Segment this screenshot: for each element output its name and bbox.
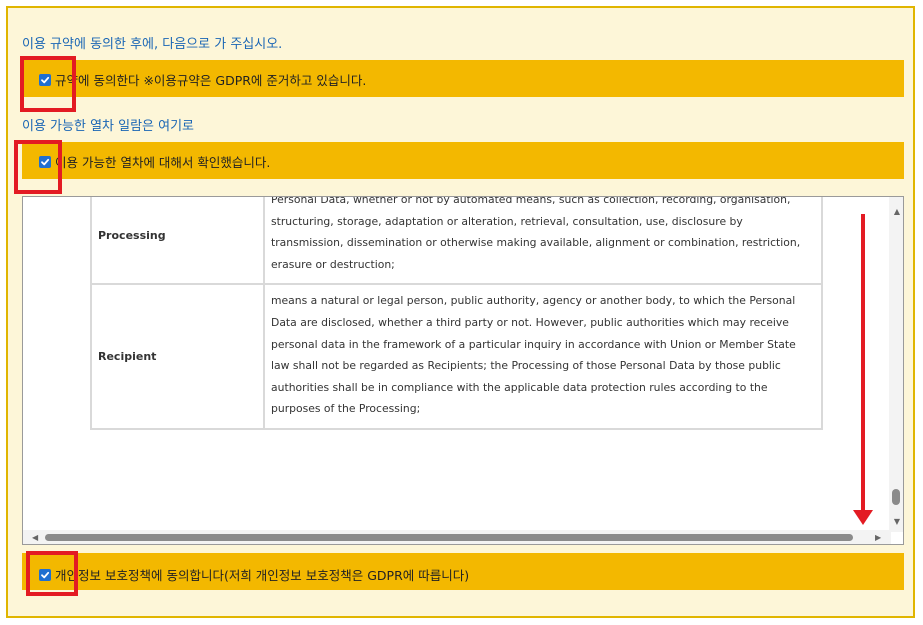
privacy-consent-row[interactable]: 개인정보 보호정책에 동의합니다(저희 개인정보 보호정책은 GDPR에 따릅니… (39, 565, 469, 584)
consent-panel: 이용 규약에 동의한 후에, 다음으로 가 주십시오. 규약에 동의한다 ※이용… (6, 6, 915, 618)
definition-cell: means a natural or legal person, public … (263, 283, 823, 430)
vertical-scroll-thumb[interactable] (892, 489, 900, 505)
term-cell: Recipient (90, 283, 265, 430)
terms-consent-row[interactable]: 규약에 동의한다 ※이용규약은 GDPR에 준거하고 있습니다. (39, 70, 366, 89)
table-row: Processing Personal Data, whether or not… (90, 197, 823, 286)
arrow-down-icon (853, 214, 873, 525)
intro-trains-link[interactable]: 이용 가능한 열차 일람은 여기로 (22, 115, 194, 134)
privacy-consent-band: 개인정보 보호정책에 동의합니다(저희 개인정보 보호정책은 GDPR에 따릅니… (22, 553, 904, 590)
terms-scroll-area[interactable]: Processing Personal Data, whether or not… (22, 196, 904, 545)
privacy-checkbox[interactable] (39, 568, 51, 581)
horizontal-scroll-thumb[interactable] (45, 534, 853, 541)
check-icon (41, 571, 50, 578)
scroll-left-icon[interactable]: ◀ (32, 533, 38, 542)
privacy-checkbox-label: 개인정보 보호정책에 동의합니다(저희 개인정보 보호정책은 GDPR에 따릅니… (55, 568, 470, 583)
scroll-down-icon[interactable]: ▼ (894, 517, 900, 526)
trains-confirm-row[interactable]: 이용 가능한 열차에 대해서 확인했습니다. (39, 152, 270, 171)
check-icon (41, 158, 50, 165)
trains-confirm-band: 이용 가능한 열차에 대해서 확인했습니다. (22, 142, 904, 179)
table-row: Recipient means a natural or legal perso… (90, 283, 823, 430)
trains-checkbox[interactable] (39, 155, 51, 168)
terms-definition-table: Processing Personal Data, whether or not… (90, 197, 823, 430)
scroll-right-icon[interactable]: ▶ (875, 533, 881, 542)
term-cell: Processing (90, 197, 265, 286)
terms-checkbox-label: 규약에 동의한다 ※이용규약은 GDPR에 준거하고 있습니다. (55, 73, 367, 88)
terms-checkbox[interactable] (39, 73, 51, 86)
trains-checkbox-label: 이용 가능한 열차에 대해서 확인했습니다. (55, 155, 271, 170)
scroll-up-icon[interactable]: ▲ (894, 207, 900, 216)
intro-agree-text: 이용 규약에 동의한 후에, 다음으로 가 주십시오. (22, 37, 283, 52)
terms-consent-band: 규약에 동의한다 ※이용규약은 GDPR에 준거하고 있습니다. (22, 60, 904, 97)
check-icon (41, 76, 50, 83)
vertical-scrollbar[interactable]: ▲ ▼ (889, 197, 903, 532)
horizontal-scrollbar[interactable]: ◀ ▶ (23, 530, 891, 544)
definition-cell: Personal Data, whether or not by automat… (263, 197, 823, 286)
